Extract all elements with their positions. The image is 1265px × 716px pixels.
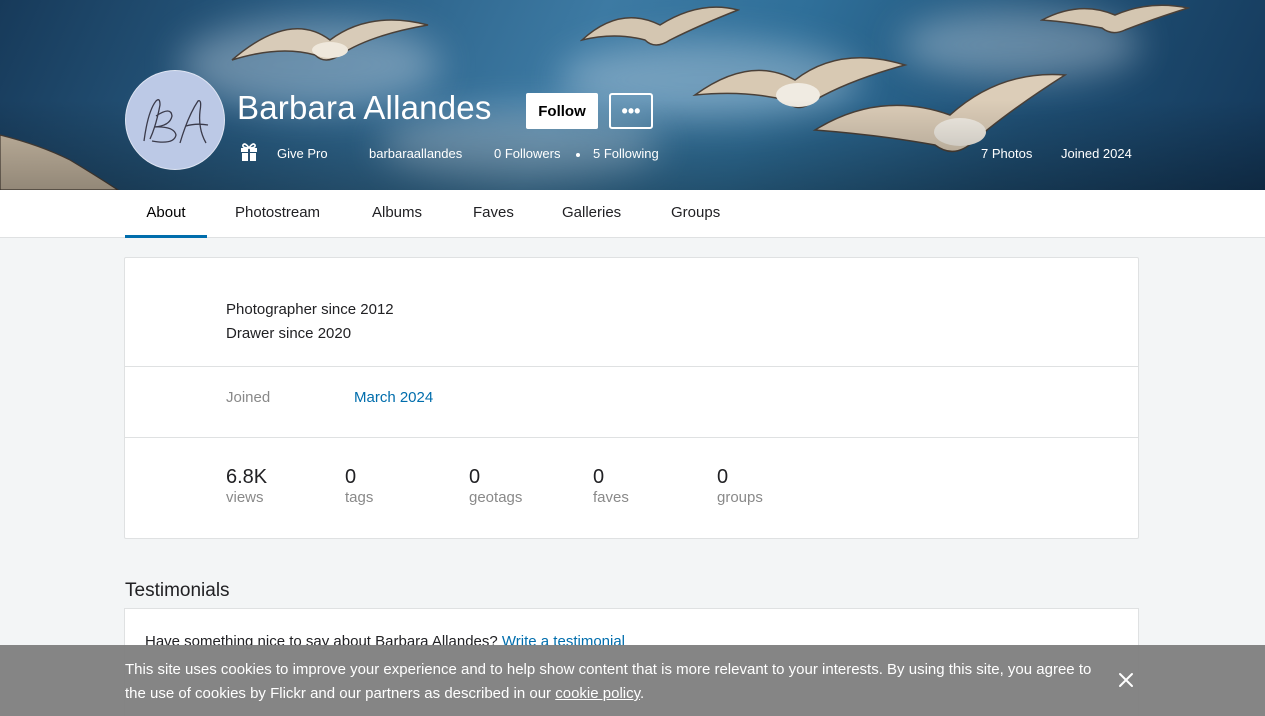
more-options-button[interactable]: ••• [609, 93, 653, 129]
stat-label: geotags [469, 489, 523, 506]
cookie-message: This site uses cookies to improve your e… [125, 658, 1095, 706]
photos-count: 7 Photos [981, 146, 1033, 161]
seagull-image [1040, 4, 1190, 34]
joined-date-link[interactable]: March 2024 [354, 389, 433, 406]
joined-label: Joined [226, 389, 271, 406]
tab-photostream[interactable]: Photostream [215, 190, 340, 238]
avatar-signature-image [143, 99, 209, 144]
cookie-policy-link[interactable]: cookie policy [555, 685, 640, 702]
stat-value: 0 [717, 466, 729, 488]
stat-label: faves [593, 489, 629, 506]
avatar[interactable] [125, 70, 225, 170]
tab-albums[interactable]: Albums [352, 190, 442, 238]
stat-value: 0 [469, 466, 481, 488]
stat-value: 0 [593, 466, 605, 488]
testimonials-heading: Testimonials [125, 580, 230, 601]
cookie-banner: This site uses cookies to improve your e… [0, 645, 1265, 716]
stat-tags: 0 tags [345, 466, 373, 506]
tab-groups[interactable]: Groups [651, 190, 740, 238]
close-icon[interactable] [1115, 669, 1137, 691]
separator-dot [576, 153, 580, 157]
follow-button[interactable]: Follow [526, 93, 598, 129]
bio-line: Photographer since 2012 [226, 301, 394, 318]
divider [125, 437, 1138, 438]
stat-faves: 0 faves [593, 466, 629, 506]
seagull-image [231, 19, 429, 61]
stat-geotags: 0 geotags [469, 466, 522, 506]
stat-views: 6.8K views [226, 466, 267, 506]
joined-year: Joined 2024 [1061, 146, 1132, 161]
stat-groups: 0 groups [717, 466, 763, 506]
profile-name: Barbara Allandes [237, 89, 492, 126]
stat-value: 0 [345, 466, 357, 488]
cookie-message-end: . [640, 685, 645, 702]
tab-about[interactable]: About [125, 190, 207, 238]
stat-label: groups [717, 489, 763, 506]
bio-line: Drawer since 2020 [226, 325, 352, 342]
stat-value: 6.8K [226, 466, 268, 488]
gift-icon[interactable] [239, 142, 259, 162]
divider [125, 366, 1138, 367]
tab-galleries[interactable]: Galleries [542, 190, 641, 238]
about-card: Photographer since 2012 Drawer since 202… [124, 257, 1139, 539]
profile-tabs: About Photostream Albums Faves Galleries… [0, 190, 1265, 238]
stat-label: tags [345, 489, 374, 506]
username: barbaraallandes [369, 146, 463, 161]
tab-faves[interactable]: Faves [453, 190, 534, 238]
following-link[interactable]: 5 Following [593, 146, 659, 161]
stat-label: views [226, 489, 264, 506]
give-pro-link[interactable]: Give Pro [277, 146, 328, 161]
followers-link[interactable]: 0 Followers [494, 146, 560, 161]
